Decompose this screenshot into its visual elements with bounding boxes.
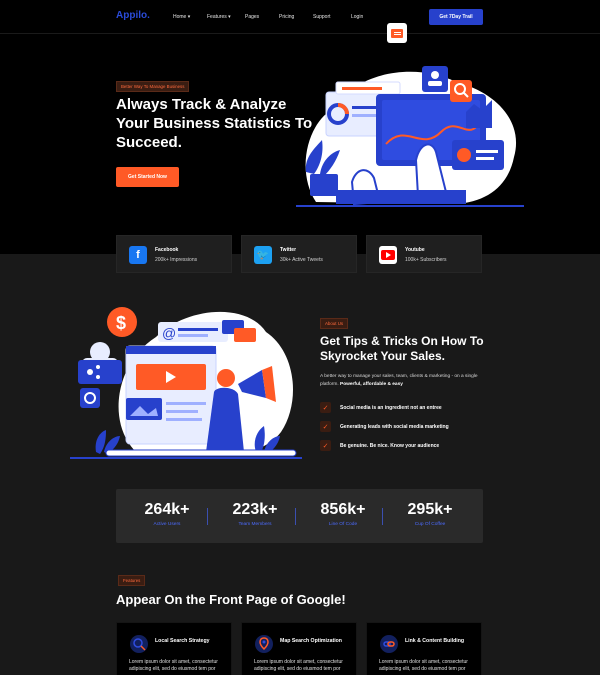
analytics-illustration [296, 66, 524, 207]
check-text: Be genuine. Be nice. Know your audience [340, 443, 440, 449]
stat-label: Cup Of Coffee [414, 522, 446, 527]
nav-item-pricing[interactable]: Pricing [279, 14, 294, 20]
chat-widget-icon[interactable] [387, 23, 407, 43]
hero-title: Always Track & Analyze Your Business Sta… [116, 96, 313, 151]
stat-value: 223k+ [232, 501, 278, 518]
social-stat: 30k+ Active Tweets [280, 257, 323, 263]
get-started-button[interactable]: Get Started Now [116, 167, 179, 187]
check-text: Generating leads with social media marke… [340, 424, 449, 430]
stat-value: 295k+ [407, 501, 453, 518]
hero-badge: Better Way To Manage Business [116, 81, 190, 92]
local-search-icon [130, 635, 148, 653]
link-content-icon [380, 635, 398, 653]
stat-active-users: 264k+ Active Users [132, 501, 202, 527]
nav-item-features[interactable]: Features ▾ [207, 14, 231, 20]
stats-bar: 264k+ Active Users 223k+ Team Members 85… [116, 489, 483, 543]
youtube-icon [379, 246, 397, 264]
stat-value: 264k+ [144, 501, 190, 518]
landing-page: Appilo. Home ▾ Features ▾ Pages Pricing … [0, 0, 600, 675]
check-icon: ✓ [320, 402, 331, 413]
nav-item-pages[interactable]: Pages [245, 14, 259, 20]
stat-line-of-code: 856k+ Line Of Code [308, 501, 378, 527]
features-title: Appear On the Front Page of Google! [116, 592, 346, 607]
divider [295, 508, 296, 525]
feature-desc: Lorem ipsum dolor sit amet, consectetur … [379, 659, 468, 672]
about-badge: About Us [320, 318, 349, 329]
divider [207, 508, 208, 525]
stat-cup-of-coffee: 295k+ Cup Of Coffee [395, 501, 465, 527]
feature-card[interactable]: Map Search Optimization Lorem ipsum dolo… [241, 622, 357, 675]
social-card-youtube[interactable]: Youtube 100k+ Subscribers [366, 235, 482, 273]
svg-text:$: $ [116, 313, 126, 333]
about-title: Get Tips & Tricks On How To Skyrocket Yo… [320, 334, 484, 363]
feature-title: Map Search Optimization [280, 638, 342, 644]
trial-button[interactable]: Get 7Day Trail [429, 9, 483, 25]
social-name: Facebook [155, 247, 179, 253]
stat-team-members: 223k+ Team Members [220, 501, 290, 527]
social-stat: 200k+ Impressions [155, 257, 198, 263]
social-stat: 100k+ Subscribers [405, 257, 447, 263]
about-description: A better way to manage your sales, team,… [320, 373, 485, 389]
check-item: ✓ Generating leads with social media mar… [320, 421, 490, 433]
feature-desc: Lorem ipsum dolor sit amet, consectetur … [129, 659, 218, 672]
feature-card[interactable]: Local Search Strategy Lorem ipsum dolor … [116, 622, 232, 675]
stat-label: Team Members [238, 522, 272, 527]
feature-title: Link & Content Building [405, 638, 465, 644]
check-item: ✓ Social media is an ingredient not an e… [320, 402, 490, 414]
site-header: Appilo. Home ▾ Features ▾ Pages Pricing … [0, 0, 600, 34]
feature-card[interactable]: Link & Content Building Lorem ipsum dolo… [366, 622, 482, 675]
chevron-down-icon: ▾ [187, 14, 191, 20]
social-name: Twitter [280, 247, 297, 253]
stat-value: 856k+ [320, 501, 366, 518]
social-name: Youtube [405, 247, 425, 253]
social-card-facebook[interactable]: f Facebook 200k+ Impressions [116, 235, 232, 273]
feature-desc: Lorem ipsum dolor sit amet, consectetur … [254, 659, 343, 672]
check-item: ✓ Be genuine. Be nice. Know your audienc… [320, 440, 490, 452]
chevron-down-icon: ▾ [228, 14, 231, 20]
marketing-illustration: $ @ [70, 307, 302, 459]
nav-item-home[interactable]: Home ▾ [173, 14, 190, 20]
check-icon: ✓ [320, 440, 331, 451]
facebook-icon: f [129, 246, 147, 264]
nav-item-login[interactable]: Login [351, 14, 363, 20]
check-icon: ✓ [320, 421, 331, 432]
logo[interactable]: Appilo. [116, 10, 150, 21]
nav-item-support[interactable]: Support [313, 14, 331, 20]
map-search-icon [255, 635, 273, 653]
stat-label: Line Of Code [328, 522, 358, 527]
stat-label: Active Users [153, 522, 181, 527]
twitter-icon: 🐦 [254, 246, 272, 264]
check-text: Social media is an ingredient not an ent… [340, 405, 442, 411]
svg-text:@: @ [162, 325, 176, 341]
feature-title: Local Search Strategy [155, 638, 210, 644]
social-card-twitter[interactable]: 🐦 Twitter 30k+ Active Tweets [241, 235, 357, 273]
about-desc-bold: Powerful, affordable & easy [340, 382, 403, 387]
features-badge: Features [118, 575, 146, 586]
divider [382, 508, 383, 525]
